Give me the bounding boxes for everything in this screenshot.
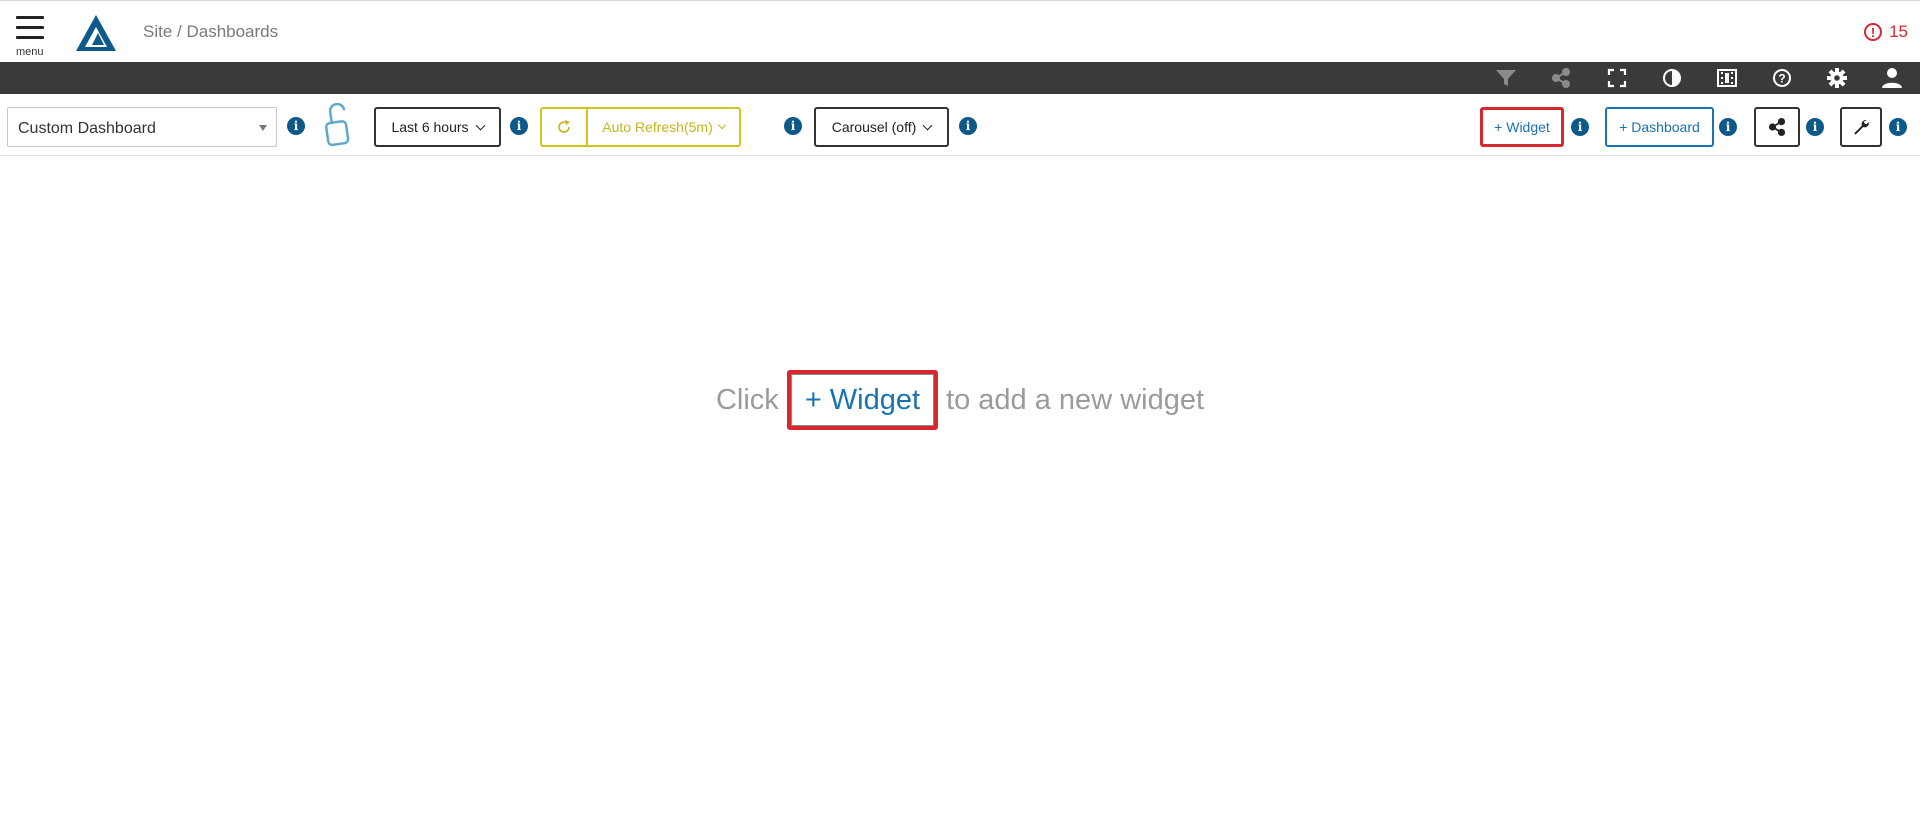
menu-button[interactable]: menu	[12, 13, 52, 61]
user-icon[interactable]	[1880, 66, 1904, 90]
info-icon[interactable]: i	[1806, 118, 1824, 136]
hamburger-icon-bar	[16, 26, 44, 29]
info-icon[interactable]: i	[784, 117, 802, 135]
info-icon[interactable]: i	[287, 117, 305, 135]
contrast-icon[interactable]	[1660, 66, 1684, 90]
filter-icon[interactable]	[1494, 66, 1518, 90]
svg-text:?: ?	[1778, 72, 1785, 86]
chevron-down-icon	[717, 120, 726, 130]
info-icon[interactable]: i	[1889, 118, 1907, 136]
alert-count: 15	[1889, 22, 1908, 41]
carousel-label: Carousel (off)	[831, 119, 917, 135]
refresh-icon	[558, 120, 570, 133]
hamburger-icon	[16, 16, 44, 19]
empty-state-suffix: to add a new widget	[946, 383, 1205, 416]
edit-tools-button[interactable]	[1840, 107, 1882, 147]
caret-down-icon	[259, 125, 267, 131]
refresh-button[interactable]	[542, 109, 588, 145]
chevron-down-icon	[475, 120, 485, 130]
info-icon[interactable]: i	[959, 117, 977, 135]
fullscreen-icon[interactable]	[1605, 66, 1629, 90]
share-icon[interactable]	[1549, 66, 1573, 90]
info-icon[interactable]: i	[1719, 118, 1737, 136]
breadcrumb[interactable]: Site / Dashboards	[143, 22, 278, 42]
empty-state-add-widget-button[interactable]: + Widget	[786, 370, 939, 430]
refresh-group: Auto Refresh(5m)	[540, 107, 741, 147]
empty-state: Click + Widget to add a new widget	[0, 368, 1920, 432]
add-dashboard-button[interactable]: + Dashboard	[1605, 107, 1714, 147]
empty-state-prefix: Click	[715, 383, 779, 416]
chevron-down-icon	[922, 120, 933, 130]
dashboard-controls: Custom Dashboard i Last 6 hours i Auto R…	[0, 94, 1920, 156]
share-icon	[1768, 118, 1786, 136]
settings-icon[interactable]	[1825, 66, 1849, 90]
dashboard-select[interactable]: Custom Dashboard	[7, 107, 277, 147]
unlock-icon[interactable]	[323, 102, 353, 148]
time-range-dropdown[interactable]: Last 6 hours	[374, 107, 501, 147]
auto-refresh-dropdown[interactable]: Auto Refresh(5m)	[588, 109, 739, 145]
carousel-dropdown[interactable]: Carousel (off)	[814, 107, 949, 147]
logo-icon[interactable]	[74, 13, 118, 53]
time-range-label: Last 6 hours	[391, 119, 469, 135]
info-icon[interactable]: i	[510, 117, 528, 135]
add-widget-button[interactable]: + Widget	[1480, 107, 1564, 147]
info-icon[interactable]: i	[1571, 118, 1589, 136]
share-dashboard-button[interactable]	[1754, 107, 1800, 147]
dashboard-select-value: Custom Dashboard	[18, 120, 156, 137]
alert-indicator[interactable]: ! 15	[1864, 22, 1908, 42]
wrench-icon	[1854, 120, 1869, 135]
auto-refresh-label: Auto Refresh(5m)	[602, 119, 713, 135]
dark-toolbar: ?	[0, 62, 1920, 94]
top-header: menu Site / Dashboards ! 15	[0, 0, 1920, 62]
help-icon[interactable]: ?	[1770, 66, 1794, 90]
film-icon[interactable]	[1715, 66, 1739, 90]
exclamation-circle-icon: !	[1864, 23, 1883, 41]
menu-label: menu	[16, 46, 44, 58]
hamburger-icon-bar	[16, 36, 44, 39]
